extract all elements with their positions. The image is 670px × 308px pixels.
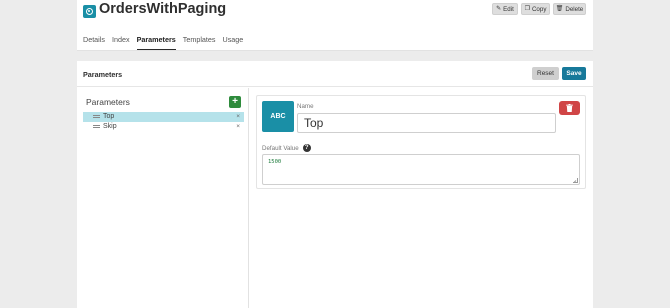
parameter-list-heading: Parameters bbox=[86, 97, 130, 107]
remove-icon[interactable]: × bbox=[236, 122, 240, 132]
delete-button-label: Delete bbox=[565, 5, 584, 13]
list-item-label: Skip bbox=[103, 122, 117, 130]
tab-bar: Details Index Parameters Templates Usage bbox=[77, 31, 244, 50]
parameters-card: Parameters Reset Save Parameters + Top ×… bbox=[77, 61, 593, 308]
default-value-label: Default Value bbox=[262, 144, 299, 152]
section-title: Parameters bbox=[83, 70, 123, 79]
copy-button-label: Copy bbox=[531, 5, 547, 13]
add-parameter-button[interactable]: + bbox=[229, 96, 241, 108]
pencil-icon: ✎ bbox=[496, 6, 502, 12]
name-label: Name bbox=[297, 103, 314, 110]
copy-button[interactable]: ❐ Copy bbox=[521, 3, 550, 15]
parameter-list: Top × Skip × bbox=[83, 112, 244, 131]
parameter-detail-panel: ABC Name Top Default Value ? 1500 bbox=[256, 95, 586, 189]
delete-button[interactable]: 🗑 Delete bbox=[553, 3, 586, 15]
page-title: OrdersWithPaging bbox=[99, 1, 227, 17]
type-selector[interactable]: ABC bbox=[262, 101, 294, 132]
save-button[interactable]: Save bbox=[562, 67, 586, 80]
list-item-label: Top bbox=[103, 113, 115, 121]
tab-parameters[interactable]: Parameters bbox=[136, 31, 176, 50]
resize-handle-icon[interactable] bbox=[573, 178, 578, 183]
parameters-card-header: Parameters Reset Save bbox=[77, 61, 593, 87]
edit-button-label: Edit bbox=[503, 5, 514, 13]
delete-parameter-button[interactable] bbox=[559, 101, 580, 115]
edit-button[interactable]: ✎ Edit bbox=[492, 3, 518, 15]
list-item[interactable]: Top × bbox=[83, 112, 244, 122]
object-header: OrdersWithPaging ✎ Edit ❐ Copy 🗑 Delete … bbox=[77, 0, 593, 51]
default-value-editor[interactable]: 1500 bbox=[262, 154, 580, 185]
name-field[interactable]: Top bbox=[297, 113, 556, 133]
trash-icon: 🗑 bbox=[555, 6, 564, 12]
list-item[interactable]: Skip × bbox=[83, 122, 244, 132]
remove-icon[interactable]: × bbox=[236, 112, 240, 122]
tab-index[interactable]: Index bbox=[112, 31, 130, 50]
default-value-label-row: Default Value ? bbox=[262, 144, 311, 152]
drag-handle-icon[interactable] bbox=[93, 124, 100, 128]
tab-usage[interactable]: Usage bbox=[223, 31, 244, 50]
default-value-text: 1500 bbox=[268, 159, 282, 165]
tab-templates[interactable]: Templates bbox=[183, 31, 216, 50]
help-icon[interactable]: ? bbox=[302, 144, 311, 152]
copy-icon: ❐ bbox=[524, 6, 530, 12]
tab-details[interactable]: Details bbox=[83, 31, 105, 50]
drag-handle-icon[interactable] bbox=[93, 115, 100, 119]
app-logo-icon bbox=[83, 5, 96, 18]
parameter-list-panel: Parameters + Top × Skip × bbox=[77, 88, 249, 308]
reset-button[interactable]: Reset bbox=[532, 67, 559, 80]
trash-icon bbox=[566, 104, 573, 112]
